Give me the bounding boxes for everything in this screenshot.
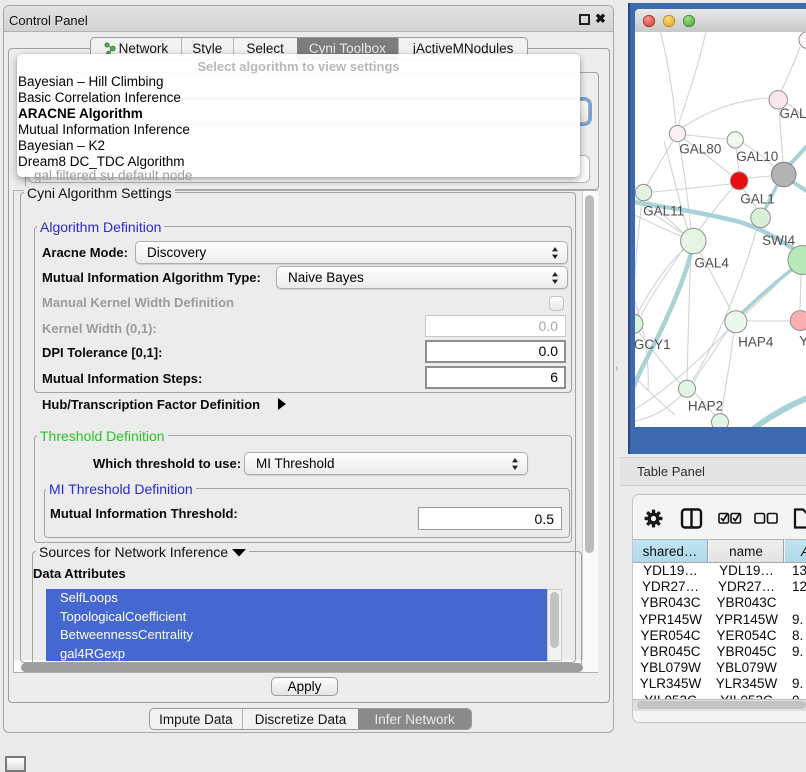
svg-text:GAL1: GAL1 xyxy=(740,192,775,207)
svg-text:YMR: YMR xyxy=(799,334,806,349)
svg-text:GAL2: GAL2 xyxy=(780,106,806,121)
svg-text:HAP4: HAP4 xyxy=(738,335,774,350)
svg-text:HAP2: HAP2 xyxy=(688,399,723,414)
svg-text:GAL10: GAL10 xyxy=(736,149,778,164)
svg-text:SWI4: SWI4 xyxy=(762,233,795,248)
svg-text:GAL4: GAL4 xyxy=(694,256,729,271)
svg-text:GAL11: GAL11 xyxy=(643,204,684,219)
svg-text:GAL80: GAL80 xyxy=(679,141,721,156)
svg-text:GCY1: GCY1 xyxy=(635,337,671,352)
